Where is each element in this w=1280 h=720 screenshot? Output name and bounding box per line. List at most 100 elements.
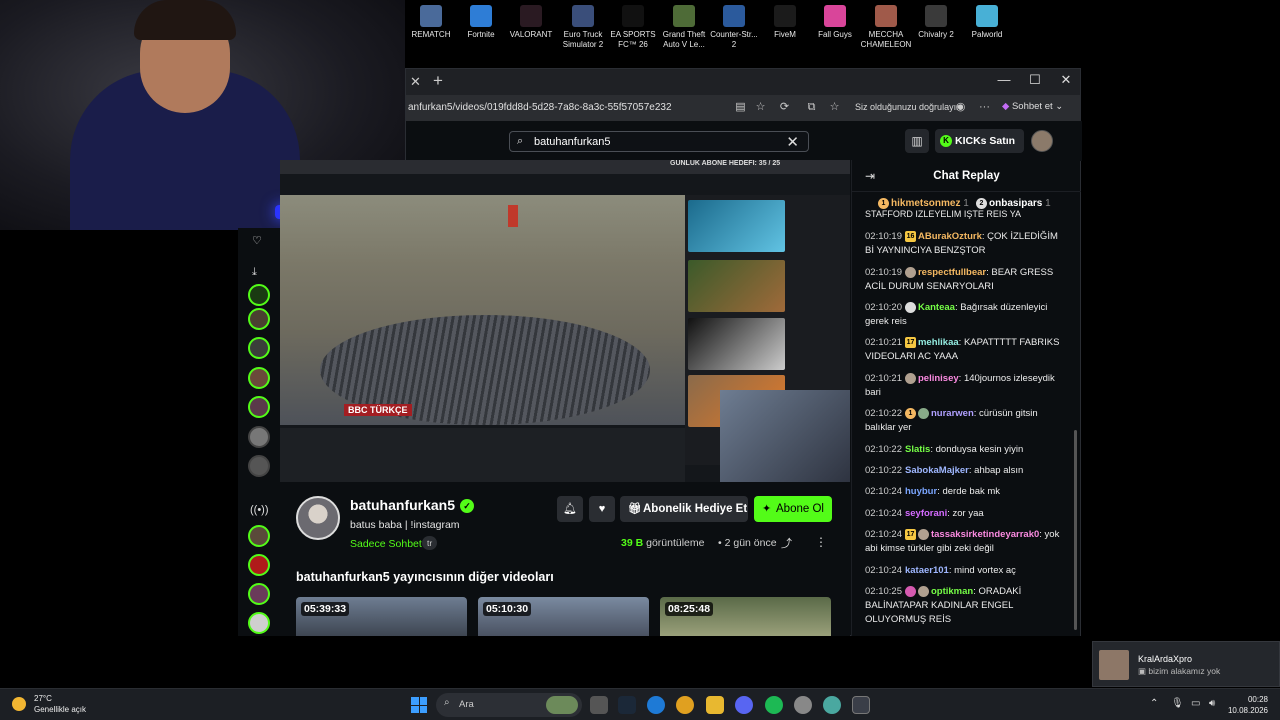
chat-username[interactable]: mehlikaa (918, 337, 959, 348)
search-input[interactable]: ⌕ batuhanfurkan5 ✕ (509, 131, 809, 152)
chat-username[interactable]: Kanteaa (918, 302, 955, 313)
notification-bell-button[interactable]: 🔔︎ (557, 496, 583, 522)
chat-username[interactable]: ABurakOzturk (918, 231, 982, 242)
followed-channel[interactable] (248, 337, 270, 359)
more-options-icon[interactable]: ··· (978, 101, 991, 114)
display-icon[interactable]: ▭ (1191, 698, 1200, 709)
desktop-icon-rematch[interactable]: REMATCH (403, 4, 459, 40)
chat-username[interactable]: respectfullbear (918, 267, 986, 278)
chat-username[interactable]: SabokaMajker (905, 465, 969, 476)
gift-sub-button[interactable]: 🎁︎ Abonelik Hediye Et (620, 496, 748, 522)
taskbar: 27°C Genellikle açık ⌕ Ara ⌃ 🎙︎ ▭ 🔊︎ 00:… (0, 688, 1280, 720)
microphone-icon[interactable]: 🎙︎ (1171, 698, 1184, 709)
github-icon[interactable] (794, 696, 812, 714)
reader-icon[interactable]: ▤ (734, 101, 747, 114)
download-icon[interactable]: ⤓ (252, 266, 257, 279)
minimize-icon[interactable]: — (989, 72, 1019, 87)
copilot-chat-button[interactable]: ◆ Sohbet et ⌄ (1002, 101, 1063, 112)
heart-icon[interactable]: ♡ (252, 234, 262, 247)
tab-close-icon[interactable]: ✕ (410, 74, 421, 90)
edge-icon[interactable] (647, 696, 665, 714)
top-gifter[interactable]: 2 onbasipars 1 (976, 198, 1051, 209)
clear-search-icon[interactable]: ✕ (786, 133, 799, 151)
video-player[interactable]: GÜNLÜK ABONE HEDEFİ: 35 / 25 BBC TÜRKÇE (280, 160, 850, 482)
chat-message: 02:10:20 Kanteaa: Bağırsak düzenleyici ge… (865, 301, 1048, 327)
split-screen-icon[interactable]: ⧉ (805, 101, 818, 114)
taskbar-search[interactable]: ⌕ Ara (436, 693, 582, 717)
top-gifter[interactable]: 1 hikmetsonmez 1 (878, 198, 969, 209)
new-tab-icon[interactable]: + (433, 71, 443, 91)
video-card[interactable]: 05:10:30 (478, 597, 649, 636)
user-avatar[interactable] (1031, 130, 1053, 152)
video-card[interactable]: 08:25:48 (660, 597, 831, 636)
followed-channel[interactable] (248, 308, 270, 330)
favorites-icon[interactable]: ☆ (828, 101, 841, 114)
favorite-star-icon[interactable]: ☆ (754, 101, 767, 114)
upload-age: • 2 gün önce (718, 537, 777, 549)
system-clock[interactable]: 00:28 10.08.2026 (1226, 694, 1268, 716)
steam-active-icon[interactable] (852, 696, 870, 714)
chat-username[interactable]: tassaksirketindeyarrak0 (931, 529, 1039, 540)
steam-icon[interactable] (618, 696, 636, 714)
chat-username[interactable]: pelinisey (918, 373, 959, 384)
chat-username[interactable]: huybur (905, 486, 937, 497)
chat-scrollbar[interactable] (1074, 430, 1077, 630)
desktop-icon-gta[interactable]: Grand Theft Auto V Le... (656, 4, 712, 50)
start-button[interactable] (411, 697, 427, 713)
close-window-icon[interactable]: ✕ (1051, 72, 1081, 88)
verify-identity[interactable]: Siz olduğunuzu doğrulayın (855, 102, 961, 112)
followed-channel[interactable] (248, 426, 270, 448)
desktop-icon-counter-strike[interactable]: Counter-Str... 2 (706, 4, 762, 50)
browse-button[interactable]: ▥ (905, 129, 929, 153)
desktop-icon-ea-fc[interactable]: EA SPORTS FC™ 26 (605, 4, 661, 50)
desktop-icon-chivalry[interactable]: Chivalry 2 (908, 4, 964, 40)
tray-chevron-icon[interactable]: ⌃ (1150, 698, 1158, 709)
followed-channel[interactable] (248, 396, 270, 418)
chat-username[interactable]: nurarwen (931, 408, 974, 419)
chrome-icon[interactable] (676, 696, 694, 714)
extensions-icon[interactable]: ⟳ (778, 101, 791, 114)
profile-icon[interactable]: ◉ (954, 101, 967, 114)
chat-username[interactable]: Slatis (905, 444, 930, 455)
desktop-icon-palworld[interactable]: Palworld (959, 4, 1015, 40)
url-text[interactable]: anfurkan5/videos/019fdd8d-5d28-7a8c-8a3c… (408, 102, 672, 113)
app-icon[interactable] (823, 696, 841, 714)
recommended-channel[interactable] (248, 554, 270, 576)
language-badge[interactable]: tr (422, 536, 438, 550)
follow-button[interactable]: ♥ (589, 496, 615, 522)
buy-kicks-button[interactable]: KKICKs Satın Al (935, 129, 1024, 171)
desktop-icon-meccha[interactable]: MECCHA CHAMELEON (858, 4, 914, 50)
video-card[interactable]: 05:39:33 (296, 597, 467, 636)
live-icon[interactable]: ((•)) (250, 504, 269, 516)
address-bar[interactable]: anfurkan5/videos/019fdd8d-5d28-7a8c-8a3c… (406, 95, 1080, 121)
spotify-icon[interactable] (765, 696, 783, 714)
followed-channel[interactable] (248, 367, 270, 389)
recommended-channel[interactable] (248, 583, 270, 605)
discord-icon[interactable] (735, 696, 753, 714)
desktop-icon-fivem[interactable]: FiveM (757, 4, 813, 40)
desktop-icon-valorant[interactable]: VALORANT (503, 4, 559, 40)
toast-notification[interactable]: KralArdaXpro ▣ bizim alakamız yok (1092, 641, 1280, 687)
file-explorer-icon[interactable] (706, 696, 724, 714)
subscribe-button[interactable]: ✦ Abone Ol (754, 496, 832, 522)
recommended-channel[interactable] (248, 612, 270, 634)
share-icon[interactable]: ⤴ (781, 535, 792, 551)
recommended-channel[interactable] (248, 525, 270, 547)
channel-name[interactable]: batuhanfurkan5 (350, 497, 455, 513)
chat-username[interactable]: optikman (931, 586, 973, 597)
desktop-icon-euro-truck[interactable]: Euro Truck Simulator 2 (555, 4, 611, 50)
maximize-icon[interactable]: ☐ (1020, 72, 1050, 88)
chat-mode: Sadece Sohbet (350, 538, 422, 550)
desktop-icon-fall-guys[interactable]: Fall Guys (807, 4, 863, 40)
channel-avatar[interactable] (296, 496, 340, 540)
followed-channel[interactable] (248, 455, 270, 477)
emote-icon (917, 528, 929, 540)
desktop-icon-fortnite[interactable]: Fortnite (453, 4, 509, 40)
chat-username[interactable]: seyforani (905, 508, 947, 519)
search-icon: ⌕ (444, 697, 450, 708)
task-view-icon[interactable] (590, 696, 608, 714)
followed-channel[interactable] (248, 284, 270, 306)
volume-icon[interactable]: 🔊︎ (1209, 698, 1215, 709)
chat-username[interactable]: kataer101 (905, 565, 949, 576)
more-vert-icon[interactable]: ⋮ (815, 535, 827, 549)
